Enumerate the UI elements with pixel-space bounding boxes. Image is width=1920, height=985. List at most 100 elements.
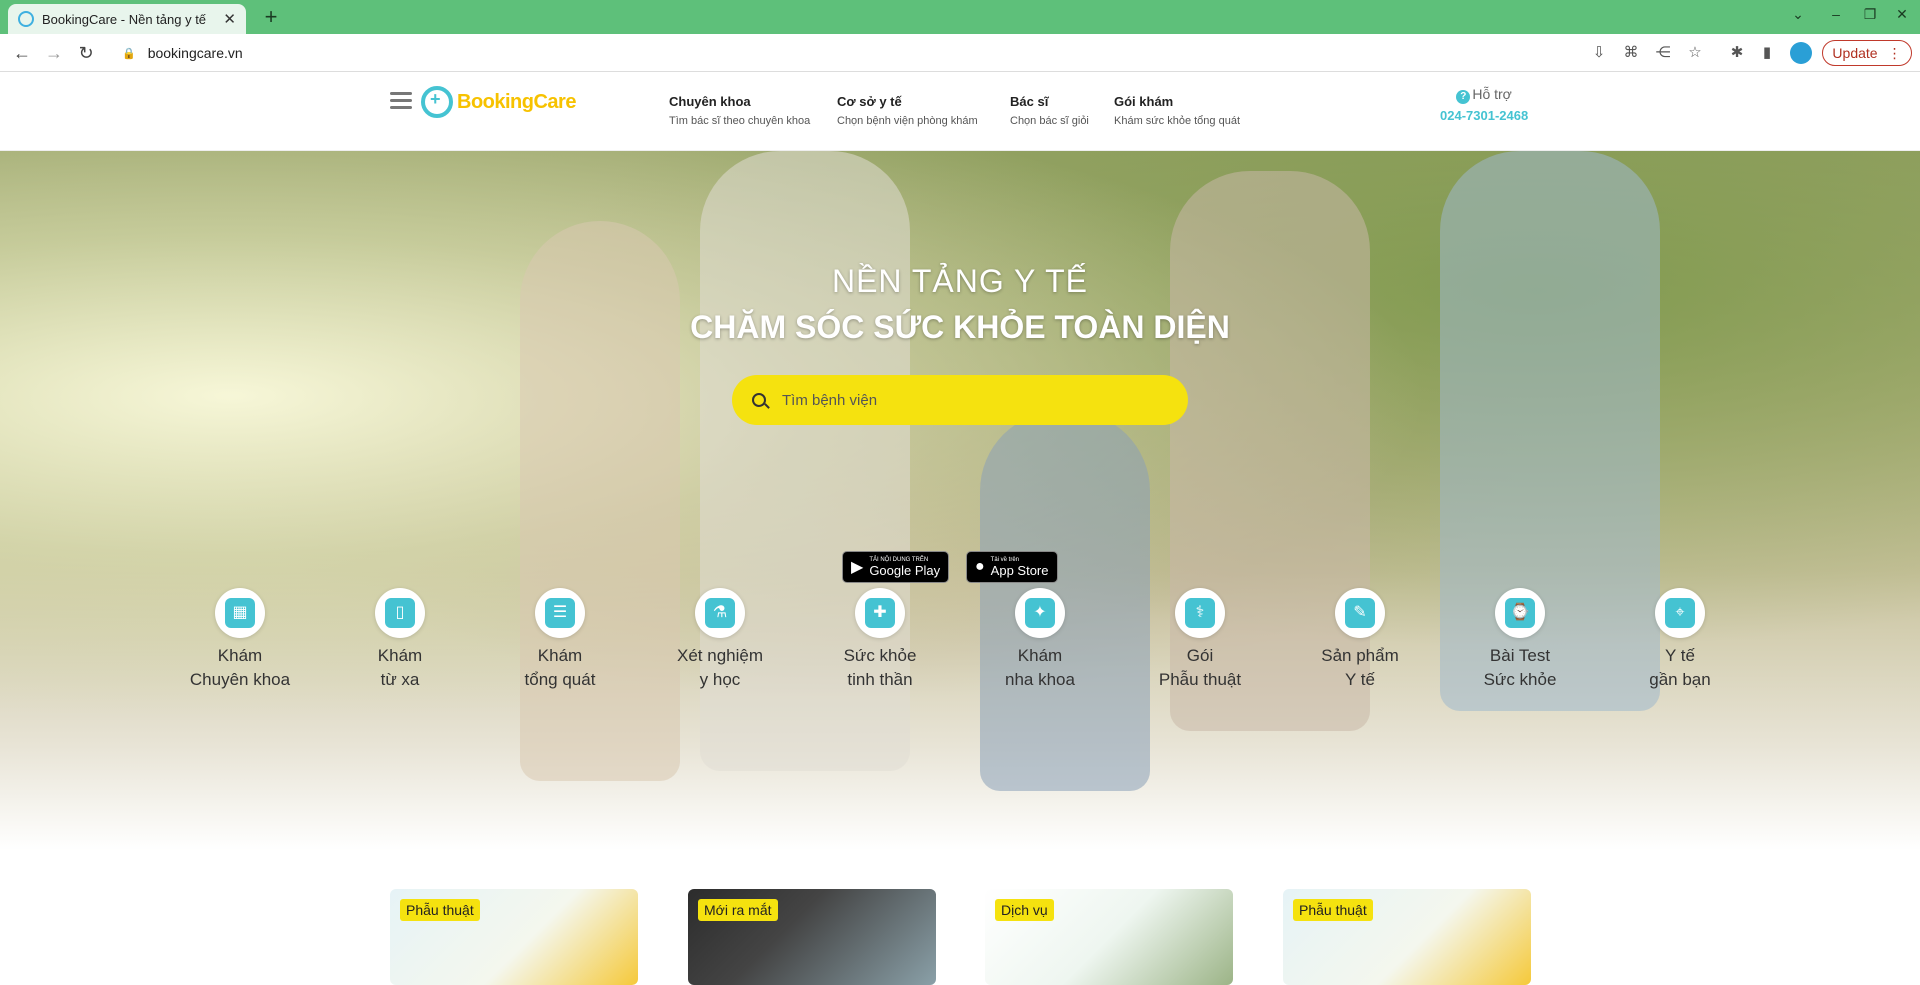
nav-co-so-y-te[interactable]: Cơ sở y tế Chọn bệnh viện phòng khám: [837, 94, 978, 127]
hero-photo-person: [520, 221, 680, 781]
category-label: tổng quát: [524, 670, 596, 689]
promo-card[interactable]: Phẫu thuật: [1283, 889, 1531, 985]
category-kham-chuyen-khoa[interactable]: ▦ Khám Chuyên khoa: [170, 588, 310, 692]
install-icon[interactable]: ⇩: [1588, 43, 1610, 63]
hospital-icon: ▦: [225, 598, 255, 628]
google-play-icon: ▶: [851, 559, 864, 576]
hospital-search-bar[interactable]: [732, 375, 1188, 425]
category-nha-khoa[interactable]: ✦ Khám nha khoa: [970, 588, 1110, 692]
category-label: từ xa: [380, 670, 420, 689]
nav-sub-label: Chọn bác sĩ giỏi: [1010, 115, 1089, 127]
browser-tab[interactable]: BookingCare - Nền tảng y tế ✕: [8, 4, 246, 34]
category-kham-tong-quat[interactable]: ☰ Khám tổng quát: [490, 588, 630, 692]
category-icon-circle: ⚗: [695, 588, 745, 638]
logo-mark-icon: [421, 86, 453, 118]
category-label: Y tế: [1345, 670, 1375, 689]
category-label: Sức khỏe: [843, 646, 917, 665]
support-label: Hỗ trợ: [1472, 86, 1512, 102]
nav-chuyen-khoa[interactable]: Chuyên khoa Tìm bác sĩ theo chuyên khoa: [669, 94, 810, 127]
site-favicon-icon: [18, 11, 34, 27]
minimize-icon[interactable]: –: [1824, 6, 1848, 22]
hero-title-line2: CHĂM SÓC SỨC KHỎE TOÀN DIỆN: [690, 309, 1230, 345]
card-badge: Dịch vụ: [995, 899, 1054, 921]
reload-icon[interactable]: ↻: [74, 41, 98, 65]
nav-goi-kham[interactable]: Gói khám Khám sức khỏe tổng quát: [1114, 94, 1240, 127]
category-icon-circle: ▦: [215, 588, 265, 638]
clipboard-icon: ☰: [545, 598, 575, 628]
translate-icon[interactable]: ⌘: [1620, 43, 1642, 63]
google-play-badge[interactable]: ▶ TẢI NỘI DUNG TRÊN Google Play: [842, 551, 950, 583]
category-label: y học: [699, 670, 741, 689]
category-icon-circle: ▯: [375, 588, 425, 638]
category-label: Bài Test: [1489, 646, 1551, 665]
promo-card[interactable]: Mới ra mắt: [688, 889, 936, 985]
category-san-pham-y-te[interactable]: ✎ Sản phẩm Y tế: [1290, 588, 1430, 692]
site-header: BookingCare Chuyên khoa Tìm bác sĩ theo …: [0, 72, 1920, 151]
new-tab-icon[interactable]: +: [258, 4, 284, 30]
category-icon-circle: ⌚: [1495, 588, 1545, 638]
google-play-big-text: Google Play: [869, 562, 941, 578]
share-icon[interactable]: ⋲: [1652, 43, 1674, 63]
hero-title-line1: NỀN TẢNG Y TẾ: [831, 263, 1089, 299]
side-panel-icon[interactable]: ▮: [1756, 43, 1778, 63]
head-icon: ✚: [865, 598, 895, 628]
tab-search-icon[interactable]: ⌄: [1786, 6, 1810, 23]
category-label: Sức khỏe: [1483, 670, 1557, 689]
category-label: Chuyên khoa: [189, 670, 291, 689]
nav-sub-label: Tìm bác sĩ theo chuyên khoa: [669, 115, 811, 127]
hamburger-menu-icon[interactable]: [390, 92, 412, 110]
category-goi-phau-thuat[interactable]: ⚕ Gói Phẫu thuật: [1130, 588, 1270, 692]
category-label: Khám: [377, 646, 423, 665]
update-label: Update: [1832, 45, 1878, 61]
apple-icon: ●: [975, 558, 985, 575]
category-icon-circle: ⚕: [1175, 588, 1225, 638]
category-icon-circle: ✚: [855, 588, 905, 638]
bookmark-star-icon[interactable]: ☆: [1684, 43, 1706, 63]
product-icon: ✎: [1345, 598, 1375, 628]
support-link[interactable]: ? Hỗ trợ 024-7301-2468: [1440, 86, 1528, 123]
nav-main-label: Bác sĩ: [1010, 94, 1049, 109]
menu-kebab-icon: ⋮: [1887, 44, 1902, 61]
back-icon[interactable]: ←: [10, 41, 34, 65]
category-icon-circle: ✦: [1015, 588, 1065, 638]
nav-main-label: Chuyên khoa: [669, 94, 751, 109]
nav-bac-si[interactable]: Bác sĩ Chọn bác sĩ giỏi: [1010, 94, 1089, 127]
tooth-icon: ✦: [1025, 598, 1055, 628]
restore-icon[interactable]: ❐: [1858, 6, 1882, 23]
browser-tabstrip: BookingCare - Nền tảng y tế ✕ + ⌄ – ❐ ✕: [0, 0, 1920, 34]
forward-icon[interactable]: →: [42, 41, 66, 65]
close-window-icon[interactable]: ✕: [1890, 6, 1914, 23]
browser-toolbar: ← → ↻ 🔒 bookingcare.vn ⇩ ⌘ ⋲ ☆ ✱ ▮ Updat…: [0, 34, 1920, 72]
bookingcare-logo[interactable]: BookingCare: [421, 86, 576, 118]
category-suc-khoe-tinh-than[interactable]: ✚ Sức khỏe tinh thần: [810, 588, 950, 692]
category-label: Y tế: [1665, 646, 1695, 665]
hero-banner: NỀN TẢNG Y TẾ CHĂM SÓC SỨC KHỎE TOÀN DIỆ…: [0, 151, 1920, 851]
address-bar[interactable]: 🔒 bookingcare.vn: [108, 39, 1748, 67]
update-button[interactable]: Update ⋮: [1822, 40, 1912, 66]
category-label: Khám: [537, 646, 583, 665]
phone-icon: ▯: [385, 598, 415, 628]
search-input[interactable]: [782, 391, 1142, 409]
category-bai-test[interactable]: ⌚ Bài Test Sức khỏe: [1450, 588, 1590, 692]
category-icon-circle: ☰: [535, 588, 585, 638]
category-xet-nghiem[interactable]: ⚗ Xét nghiệm y học: [650, 588, 790, 692]
support-phone: 024-7301-2468: [1440, 108, 1529, 123]
profile-avatar[interactable]: [1790, 42, 1812, 64]
app-store-big-text: App Store: [990, 562, 1049, 578]
promo-card[interactable]: Phẫu thuật: [390, 889, 638, 985]
nav-sub-label: Khám sức khỏe tổng quát: [1114, 115, 1240, 127]
app-store-badge[interactable]: ● Tải về trên App Store: [966, 551, 1058, 583]
category-kham-tu-xa[interactable]: ▯ Khám từ xa: [330, 588, 470, 692]
close-tab-icon[interactable]: ✕: [223, 10, 236, 28]
watch-icon: ⌚: [1505, 598, 1535, 628]
category-label: Xét nghiệm: [677, 646, 763, 665]
category-label: Phẫu thuật: [1158, 670, 1242, 689]
category-icon-circle: ⌖: [1655, 588, 1705, 638]
card-badge: Phẫu thuật: [1293, 899, 1373, 921]
card-badge: Phẫu thuật: [400, 899, 480, 921]
category-icon-circle: ✎: [1335, 588, 1385, 638]
promo-card[interactable]: Dịch vụ: [985, 889, 1233, 985]
category-y-te-gan-ban[interactable]: ⌖ Y tế gần bạn: [1610, 588, 1750, 692]
extensions-icon[interactable]: ✱: [1726, 43, 1748, 63]
nav-sub-label: Chọn bệnh viện phòng khám: [837, 115, 978, 127]
